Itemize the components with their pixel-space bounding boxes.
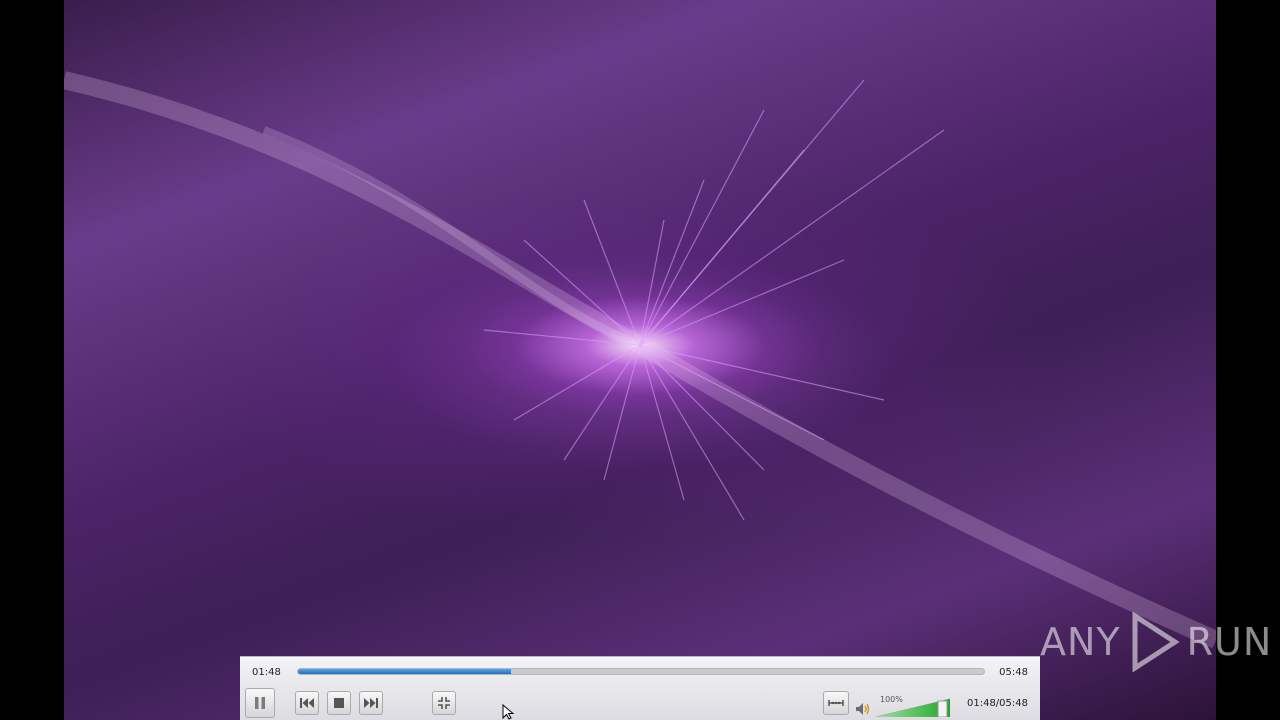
- seek-slider[interactable]: [297, 668, 985, 675]
- skip-previous-icon: [300, 698, 314, 708]
- mouse-cursor-icon: [502, 704, 515, 720]
- fullscreen-exit-icon: [438, 697, 450, 709]
- fullscreen-controller: 01:48 05:48 100% 01:48/05:48: [240, 656, 1040, 720]
- total-time: 05:48: [999, 667, 1028, 678]
- next-button[interactable]: [359, 691, 383, 715]
- seek-progress-fill: [298, 669, 511, 674]
- speaker-icon[interactable]: [855, 701, 871, 717]
- fullscreen-button[interactable]: [432, 691, 456, 715]
- volume-handle[interactable]: [937, 700, 948, 717]
- pause-button[interactable]: [245, 688, 275, 718]
- stop-icon: [334, 698, 344, 708]
- extended-settings-button[interactable]: [823, 691, 849, 715]
- skip-next-icon: [364, 698, 378, 708]
- pause-icon: [255, 697, 265, 709]
- extended-settings-icon: [828, 700, 844, 706]
- stop-button[interactable]: [327, 691, 351, 715]
- watermark-right-text: RUN: [1186, 620, 1273, 664]
- play-triangle-icon: [1132, 612, 1180, 672]
- elapsed-time: 01:48: [252, 667, 281, 678]
- watermark-logo: ANY RUN: [1040, 612, 1272, 672]
- time-combined: 01:48/05:48: [966, 698, 1028, 709]
- previous-button[interactable]: [295, 691, 319, 715]
- volume-slider[interactable]: [876, 695, 950, 717]
- watermark-left-text: ANY: [1040, 620, 1121, 664]
